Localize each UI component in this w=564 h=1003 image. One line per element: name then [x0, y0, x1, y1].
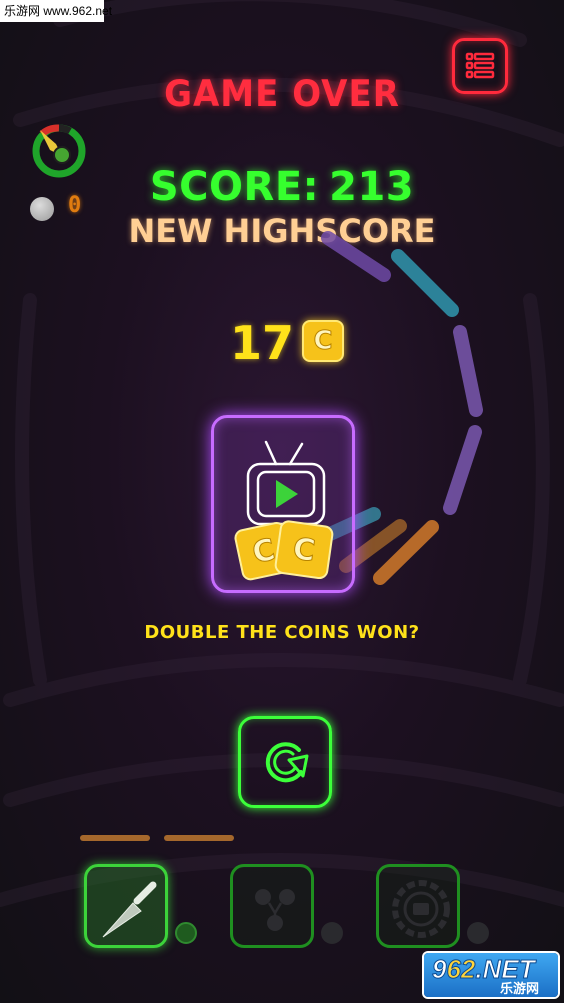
double-coins-question: DOUBLE THE COINS WON? — [144, 622, 420, 643]
watermark-bottom: 962.NET 乐游网 — [424, 953, 558, 997]
split-circles-icon — [255, 889, 295, 931]
watermark-top: 乐游网 www.962.net — [0, 0, 112, 22]
slot-indicator-3 — [467, 922, 489, 944]
score-display: SCORE: 213 — [0, 164, 564, 210]
score-value: 213 — [329, 164, 415, 210]
item-slot-split[interactable] — [230, 864, 314, 948]
coin-icon: C — [302, 320, 344, 362]
progress-bar-right — [164, 835, 234, 841]
tv-play-icon: C C — [234, 440, 334, 581]
replay-icon — [265, 742, 309, 783]
new-highscore-label: NEW HIGHSCORE — [128, 212, 436, 250]
score-label: SCORE: — [149, 164, 320, 210]
progress-bar-left — [80, 835, 150, 841]
item-slot-knife[interactable] — [84, 864, 168, 948]
coin-symbol: C — [313, 326, 333, 357]
coins-won-count: 17 — [230, 316, 295, 370]
slot-indicator-1 — [175, 922, 197, 944]
double-coins-ad-button[interactable]: C C — [211, 415, 355, 593]
item-slot-wheel[interactable] — [376, 864, 460, 948]
knife-icon — [102, 881, 157, 938]
watermark-sub: 乐游网 — [500, 982, 540, 997]
game-over-title: GAME OVER — [164, 72, 400, 116]
slot-indicator-2 — [321, 922, 343, 944]
replay-button[interactable] — [238, 716, 332, 808]
gear-wheel-icon — [392, 880, 450, 938]
